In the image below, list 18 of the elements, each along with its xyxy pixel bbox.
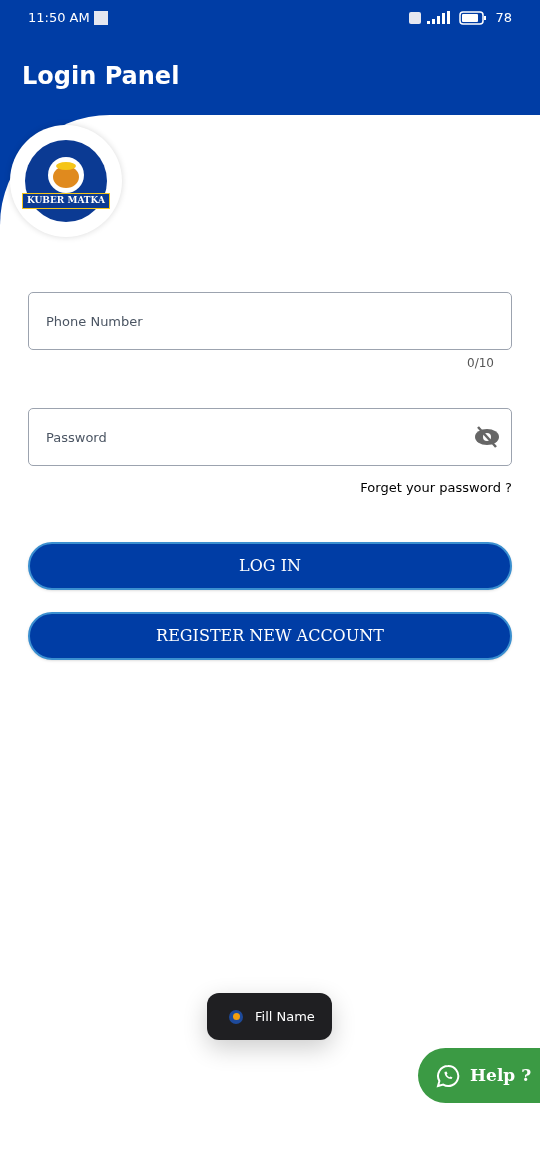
signal-icon <box>409 11 452 25</box>
notification-icon <box>93 11 108 25</box>
eye-off-icon[interactable] <box>474 426 500 448</box>
help-button[interactable]: Help ? <box>418 1048 540 1103</box>
app-icon <box>229 1009 243 1024</box>
battery-icon <box>459 11 488 25</box>
toast-text: Fill Name <box>255 1007 315 1026</box>
character-counter: 0/10 <box>467 355 494 372</box>
login-button[interactable]: LOG IN <box>28 541 512 590</box>
phone-number-field[interactable]: Phone Number <box>28 292 512 350</box>
password-field[interactable]: Password <box>28 408 512 466</box>
register-button[interactable]: REGISTER NEW ACCOUNT <box>28 611 512 660</box>
status-time: 11:50 AM <box>28 9 90 28</box>
logo-text: KUBER MATKA <box>22 193 110 209</box>
forgot-password-link[interactable]: Forget your password ? <box>360 478 512 498</box>
battery-level: 78 <box>495 9 512 28</box>
header-title: Login Panel <box>22 60 180 92</box>
chat-icon <box>436 1063 460 1088</box>
